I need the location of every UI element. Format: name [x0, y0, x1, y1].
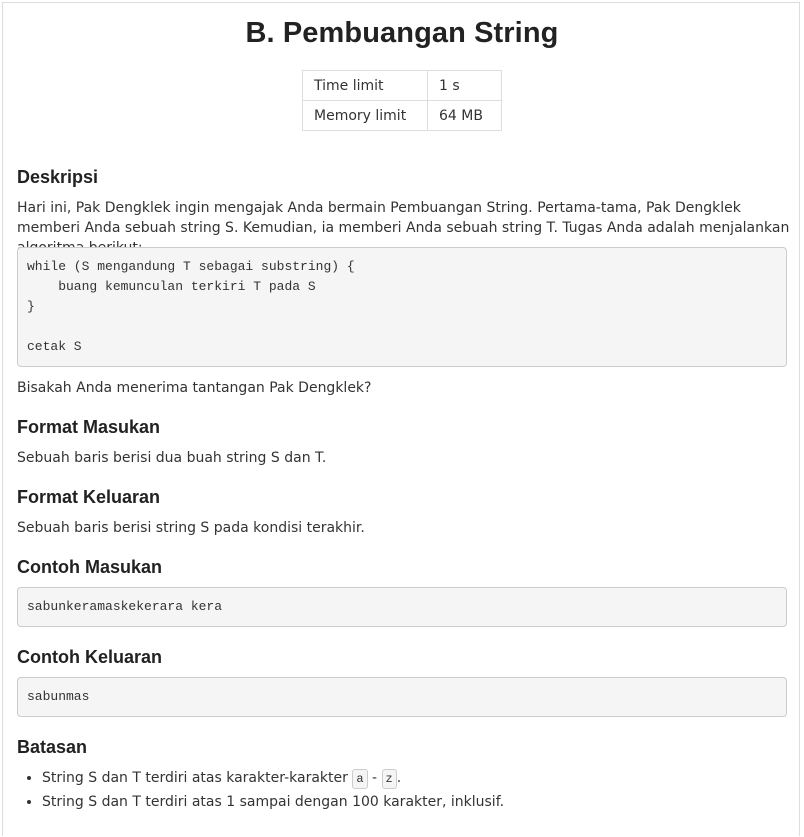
constraints-heading: Batasan: [17, 737, 88, 757]
output-format-heading: Format Keluaran: [17, 487, 161, 507]
sample-input-code: sabunkeramaskekerara kera: [17, 587, 787, 627]
constraints-list: String S dan T terdiri atas karakter-kar…: [17, 766, 787, 814]
limits-table: Time limit 1 s Memory limit 64 MB: [302, 70, 502, 131]
memory-limit-label: Memory limit: [302, 100, 428, 131]
time-limit-value: 1 s: [427, 70, 502, 101]
time-limit-row: Time limit 1 s: [302, 70, 502, 101]
time-limit-label: Time limit: [302, 70, 428, 101]
input-format-heading: Format Masukan: [17, 417, 161, 437]
sample-input-heading: Contoh Masukan: [17, 557, 163, 577]
char-z-code: z: [381, 769, 397, 789]
memory-limit-value: 64 MB: [427, 100, 502, 131]
memory-limit-row: Memory limit 64 MB: [302, 100, 502, 131]
constraint-text: String S dan T terdiri atas karakter-kar…: [42, 770, 348, 786]
constraint-period: .: [396, 770, 402, 786]
sample-output-code: sabunmas: [17, 677, 787, 717]
description-closing: Bisakah Anda menerima tantangan Pak Deng…: [17, 380, 372, 396]
char-a-code: a: [352, 769, 368, 789]
sample-output-heading: Contoh Keluaran: [17, 647, 163, 667]
input-format-text: Sebuah baris berisi dua buah string S da…: [17, 450, 327, 466]
output-format-text: Sebuah baris berisi string S pada kondis…: [17, 520, 365, 536]
algorithm-code-block: while (S mengandung T sebagai substring)…: [17, 247, 787, 367]
constraint-item: String S dan T terdiri atas karakter-kar…: [42, 766, 787, 790]
constraint-item: String S dan T terdiri atas 1 sampai den…: [42, 790, 787, 814]
description-heading: Deskripsi: [17, 167, 99, 187]
problem-title: B. Pembuangan String: [245, 17, 559, 49]
range-separator: -: [371, 770, 378, 786]
